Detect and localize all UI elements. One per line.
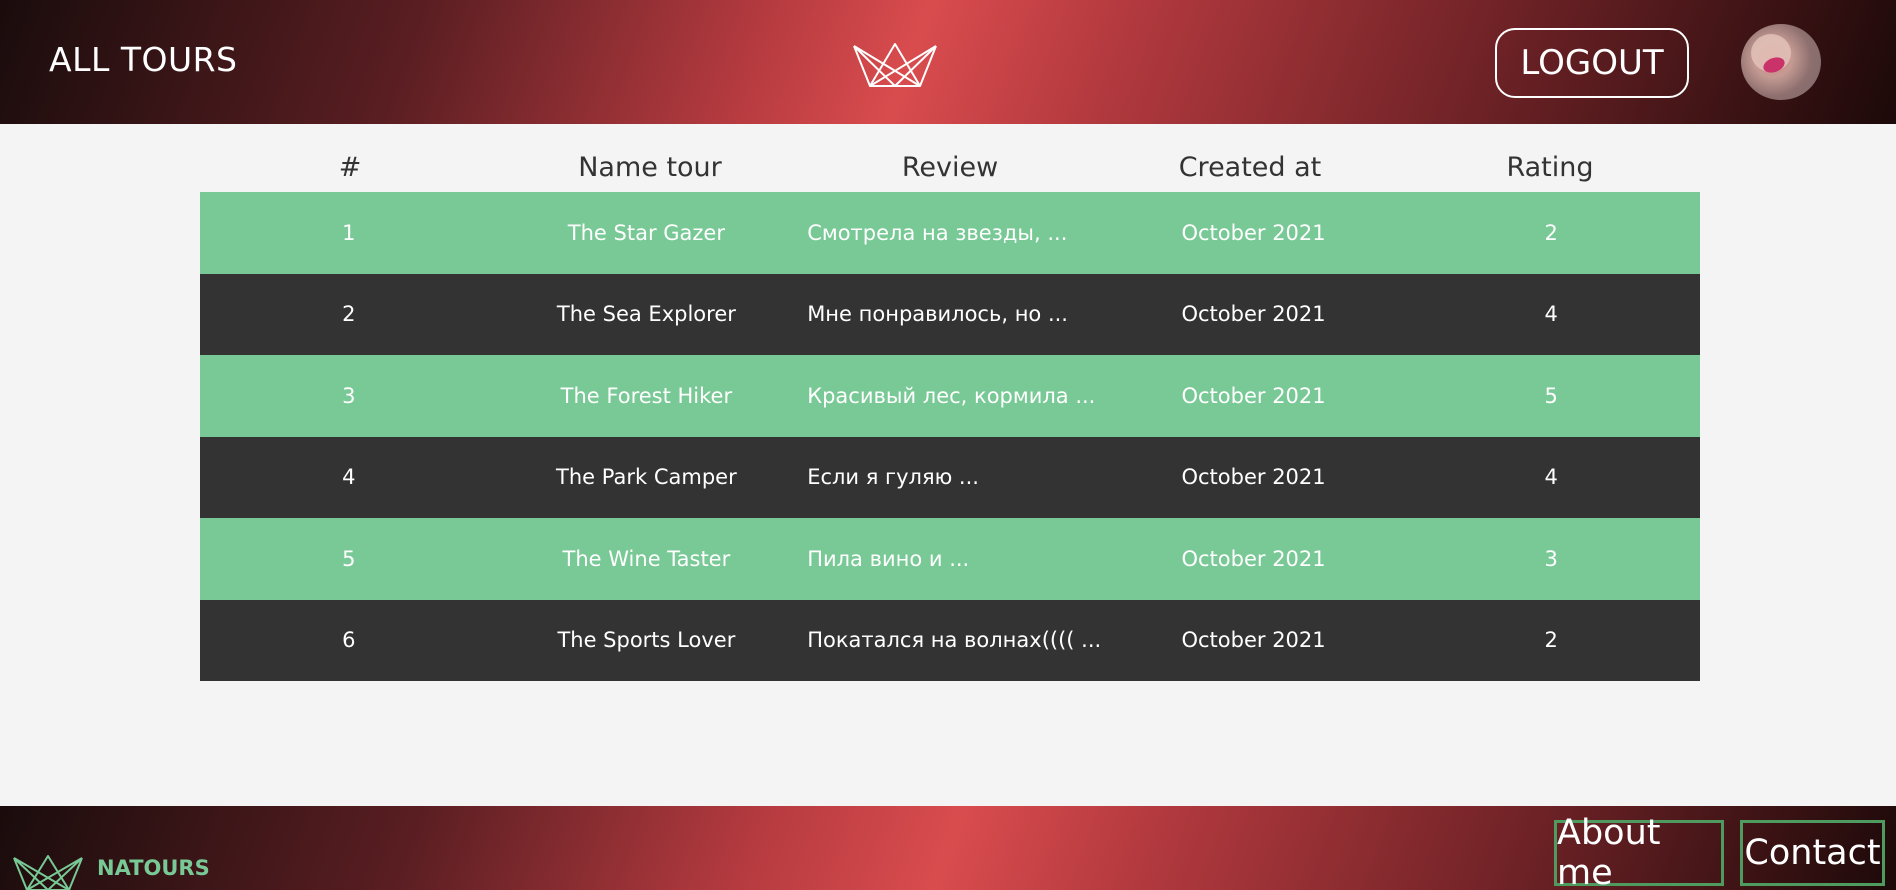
cell-name-tour: The Sports Lover xyxy=(557,628,736,653)
cell-created-at: October 2021 xyxy=(1181,465,1326,490)
crown-logo-icon[interactable] xyxy=(852,40,938,88)
contact-link[interactable]: Contact xyxy=(1740,820,1885,886)
cell-name-tour: The Star Gazer xyxy=(567,220,725,245)
header: ALL TOURS LOGOUT xyxy=(0,0,1896,124)
table-header: # Name tour Review Created at Rating xyxy=(200,143,1700,192)
cell-created-at: October 2021 xyxy=(1181,546,1326,571)
table-row[interactable]: 2 The Sea Explorer Мне понравилось, но .… xyxy=(200,273,1700,355)
cell-number: 3 xyxy=(342,383,356,408)
table-row[interactable]: 5 The Wine Taster Пила вино и ... Octobe… xyxy=(200,518,1700,600)
cell-number: 4 xyxy=(342,465,356,490)
cell-review: Покатался на волнах(((( ... xyxy=(807,628,1102,653)
cell-rating: 2 xyxy=(1544,628,1558,653)
about-me-link[interactable]: About me xyxy=(1554,813,1724,890)
crown-logo-icon[interactable] xyxy=(12,852,84,890)
cell-created-at: October 2021 xyxy=(1181,628,1326,653)
cell-name-tour: The Park Camper xyxy=(556,465,737,490)
cell-created-at: October 2021 xyxy=(1181,383,1326,408)
cell-number: 6 xyxy=(342,628,356,653)
table-row[interactable]: 6 The Sports Lover Покатался на волнах((… xyxy=(200,599,1700,681)
table-row[interactable]: 4 The Park Camper Если я гуляю ... Octob… xyxy=(200,436,1700,518)
cell-created-at: October 2021 xyxy=(1181,302,1326,327)
table-row[interactable]: 1 The Star Gazer Смотрела на звезды, ...… xyxy=(200,192,1700,274)
cell-created-at: October 2021 xyxy=(1181,220,1326,245)
cell-rating: 4 xyxy=(1544,302,1558,327)
cell-name-tour: The Wine Taster xyxy=(562,546,731,571)
column-header-created-at: Created at xyxy=(1178,152,1322,183)
cell-number: 5 xyxy=(342,546,356,571)
reviews-table: # Name tour Review Created at Rating 1 T… xyxy=(200,143,1700,681)
cell-review: Если я гуляю ... xyxy=(807,465,979,490)
cell-rating: 5 xyxy=(1544,383,1558,408)
cell-review: Смотрела на звезды, ... xyxy=(807,220,1068,245)
cell-name-tour: The Sea Explorer xyxy=(556,302,736,327)
table-row[interactable]: 3 The Forest Hiker Красивый лес, кормила… xyxy=(200,355,1700,437)
page-title[interactable]: ALL TOURS xyxy=(49,40,238,79)
cell-review: Мне понравилось, но ... xyxy=(807,302,1068,327)
cell-number: 2 xyxy=(342,302,356,327)
cell-rating: 2 xyxy=(1544,220,1558,245)
column-header-rating: Rating xyxy=(1506,152,1594,183)
column-header-number: # xyxy=(338,152,362,183)
cell-number: 1 xyxy=(342,220,356,245)
cell-review: Пила вино и ... xyxy=(807,546,970,571)
cell-rating: 4 xyxy=(1544,465,1558,490)
logout-button[interactable]: LOGOUT xyxy=(1495,28,1689,98)
column-header-name-tour: Name tour xyxy=(578,152,722,183)
avatar[interactable] xyxy=(1741,24,1821,100)
cell-review: Красивый лес, кормила ... xyxy=(807,383,1096,408)
cell-rating: 3 xyxy=(1544,546,1558,571)
brand-name: NATOURS xyxy=(97,856,210,880)
column-header-review: Review xyxy=(901,152,999,183)
cell-name-tour: The Forest Hiker xyxy=(560,383,733,408)
